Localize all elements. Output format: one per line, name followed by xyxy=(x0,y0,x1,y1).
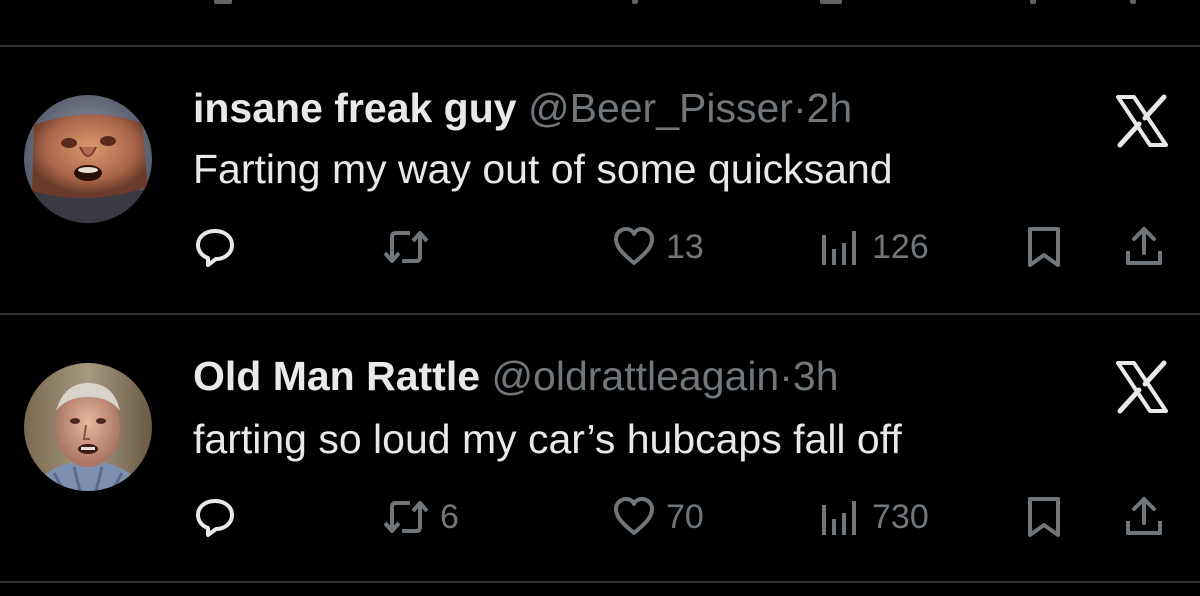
retweet-count: 6 xyxy=(440,498,459,536)
display-name[interactable]: Old Man Rattle xyxy=(193,353,480,399)
tweet-item[interactable]: Old Man Rattle @oldrattleagain·3h fartin… xyxy=(0,315,1200,581)
retweet-button[interactable] xyxy=(382,225,440,269)
divider xyxy=(0,581,1200,583)
like-button[interactable]: 70 xyxy=(612,495,704,539)
views-button[interactable]: 126 xyxy=(818,225,929,269)
view-count: 126 xyxy=(872,228,929,266)
like-button[interactable]: 13 xyxy=(612,225,704,269)
tweet-text: farting so loud my car’s hubcaps fall of… xyxy=(193,416,902,462)
partial-share-icon xyxy=(1130,0,1136,4)
reply-button[interactable] xyxy=(193,495,247,539)
retweet-icon xyxy=(383,501,429,533)
reply-icon xyxy=(196,499,234,537)
tweet-item[interactable]: insane freak guy @Beer_Pisser·2h Farting… xyxy=(0,47,1200,313)
timestamp[interactable]: 3h xyxy=(793,353,839,399)
avatar[interactable] xyxy=(24,95,152,223)
share-button[interactable] xyxy=(1122,495,1166,539)
views-bar-chart-icon xyxy=(822,501,856,535)
bookmark-button[interactable] xyxy=(1024,225,1064,269)
partial-views-icon xyxy=(820,0,842,4)
previous-tweet-actions-partial xyxy=(0,0,1200,46)
share-icon xyxy=(1126,227,1162,265)
heart-icon xyxy=(614,227,654,265)
like-count: 13 xyxy=(666,228,704,266)
separator-dot: · xyxy=(792,85,807,131)
share-button[interactable] xyxy=(1122,225,1166,269)
tweet-header: Old Man Rattle @oldrattleagain·3h xyxy=(193,351,839,401)
partial-like-icon xyxy=(632,0,638,4)
tweet-text: Farting my way out of some quicksand xyxy=(193,146,893,192)
partial-reply-icon xyxy=(214,0,232,4)
retweet-icon xyxy=(383,231,429,263)
bookmark-icon xyxy=(1028,497,1060,537)
reply-button[interactable] xyxy=(193,225,247,269)
display-name[interactable]: insane freak guy xyxy=(193,85,517,131)
partial-bookmark-icon xyxy=(1030,0,1036,4)
like-count: 70 xyxy=(666,498,704,536)
bookmark-button[interactable] xyxy=(1024,495,1064,539)
handle[interactable]: @Beer_Pisser xyxy=(528,85,793,131)
views-button[interactable]: 730 xyxy=(818,495,929,539)
view-count: 730 xyxy=(872,498,929,536)
share-icon xyxy=(1126,497,1162,535)
tweet-header: insane freak guy @Beer_Pisser·2h xyxy=(193,83,852,133)
retweet-button[interactable]: 6 xyxy=(382,495,459,539)
separator-dot: · xyxy=(779,353,793,399)
avatar[interactable] xyxy=(24,363,152,491)
views-bar-chart-icon xyxy=(822,231,856,265)
timestamp[interactable]: 2h xyxy=(807,85,853,131)
x-logo-icon[interactable] xyxy=(1112,91,1172,151)
x-logo-icon[interactable] xyxy=(1112,357,1172,417)
heart-icon xyxy=(614,497,654,535)
bookmark-icon xyxy=(1028,227,1060,267)
handle[interactable]: @oldrattleagain xyxy=(491,353,779,399)
reply-icon xyxy=(196,229,234,267)
